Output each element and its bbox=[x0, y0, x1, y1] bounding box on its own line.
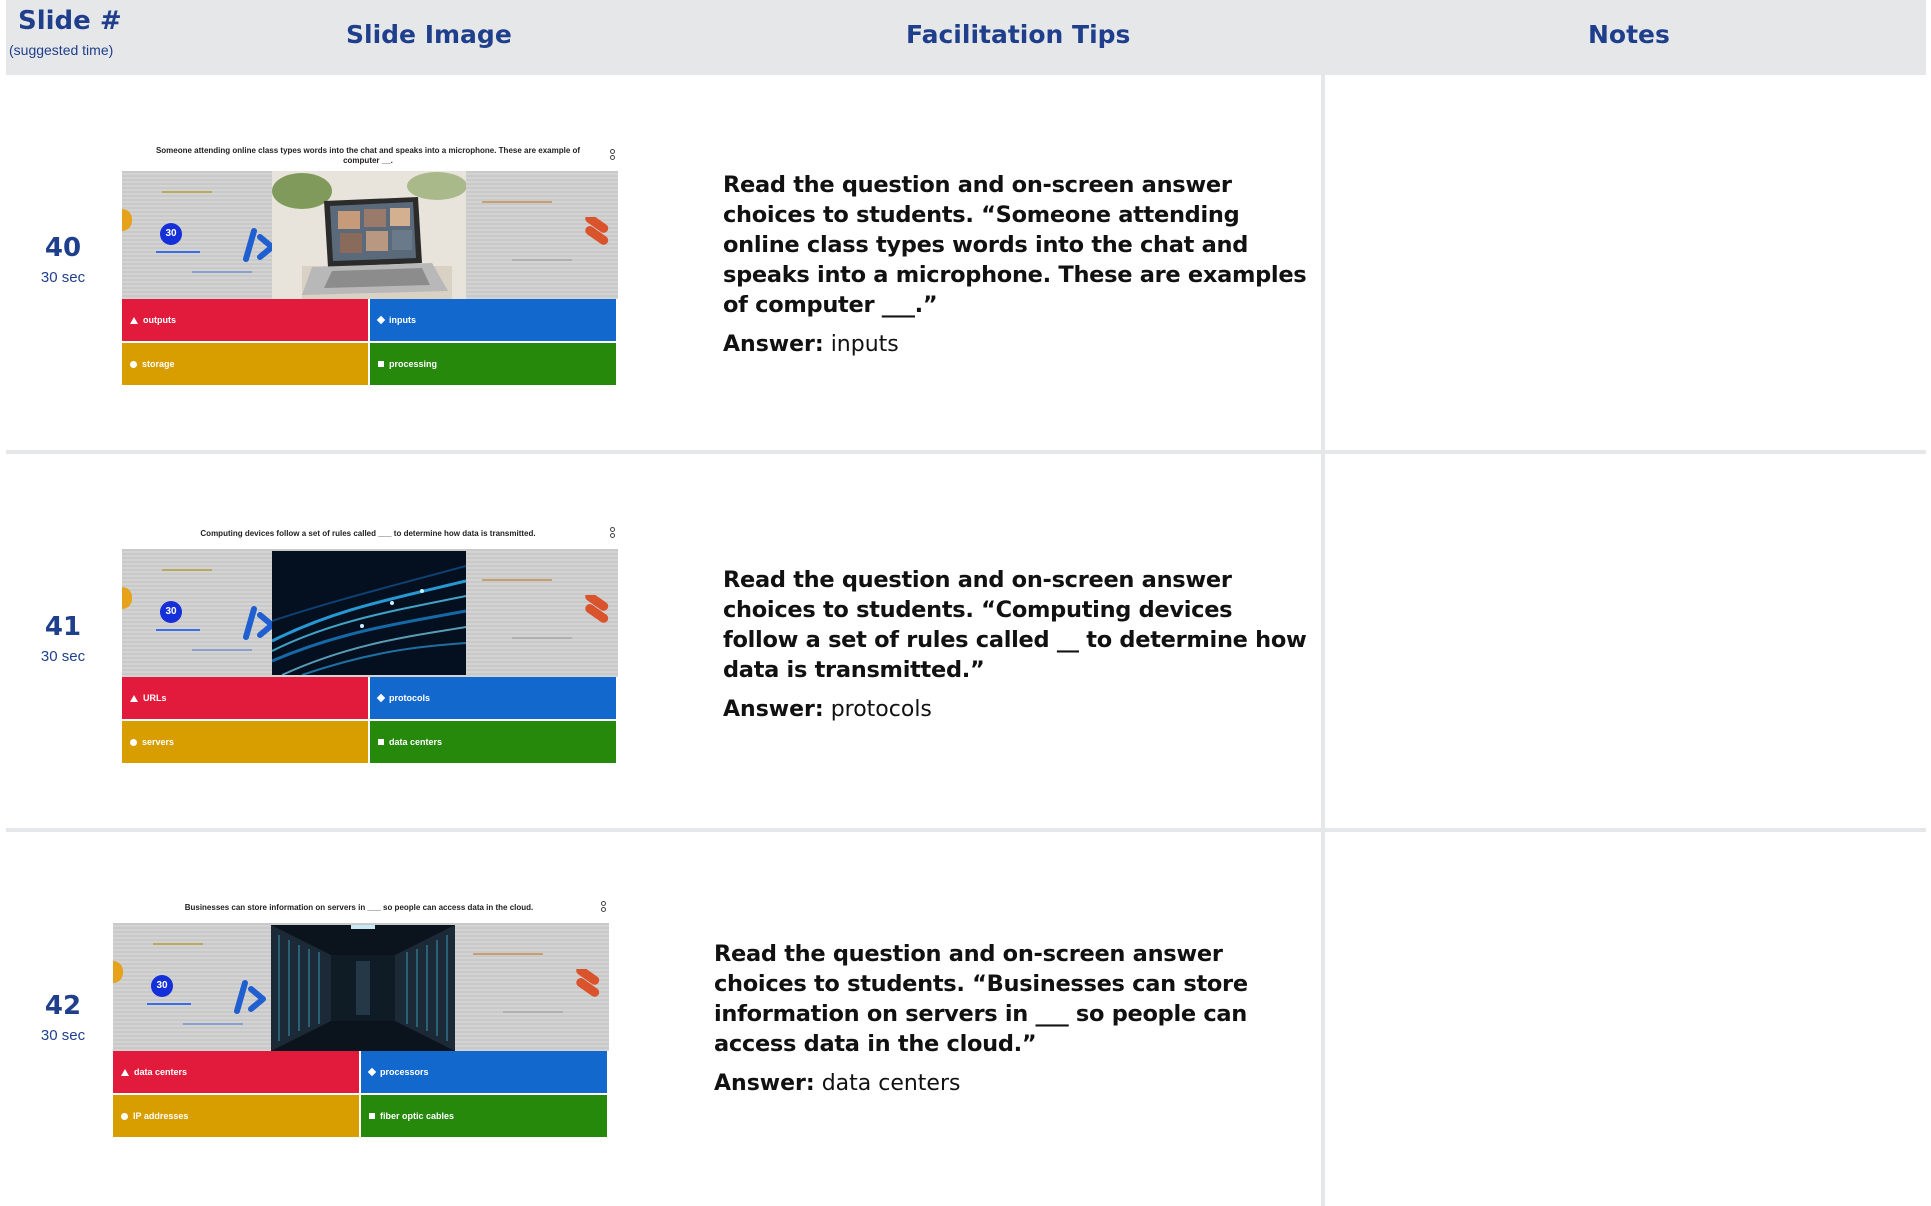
tip-text: Read the question and on-screen answer c… bbox=[714, 941, 1248, 1057]
quiz-background: 30 bbox=[113, 923, 609, 1051]
slide-time: 30 sec bbox=[40, 648, 86, 665]
circle-icon bbox=[130, 738, 137, 746]
more-options-icon bbox=[601, 901, 607, 915]
answer-green[interactable]: fiber optic cables bbox=[361, 1095, 607, 1137]
triangle-icon bbox=[130, 694, 138, 702]
decoration bbox=[156, 629, 200, 631]
answer-line: Answer: data centers bbox=[714, 1071, 1304, 1096]
triangle-icon bbox=[130, 316, 138, 324]
decoration bbox=[156, 251, 200, 253]
timer-badge: 30 bbox=[151, 975, 173, 997]
decorative-pills-icon bbox=[576, 969, 600, 997]
answer-label: Answer: bbox=[714, 1071, 815, 1096]
decoration bbox=[183, 1023, 243, 1025]
slide-thumbnail[interactable]: Businesses can store information on serv… bbox=[113, 897, 609, 1147]
facilitation-tip: Read the question and on-screen answer c… bbox=[723, 170, 1313, 357]
decoration bbox=[122, 587, 132, 609]
decoration bbox=[503, 1011, 563, 1013]
square-icon bbox=[378, 739, 384, 745]
slide-number: 40 bbox=[44, 233, 82, 263]
tip-text: Read the question and on-screen answer c… bbox=[723, 172, 1307, 318]
decorative-pills-icon bbox=[585, 217, 609, 245]
more-options-icon bbox=[610, 149, 616, 163]
decorative-pills-icon bbox=[585, 595, 609, 623]
answer-red[interactable]: URLs bbox=[122, 677, 368, 719]
circle-icon bbox=[121, 1112, 128, 1120]
tip-text: Read the question and on-screen answer c… bbox=[723, 567, 1307, 683]
square-icon bbox=[378, 361, 384, 367]
row-divider bbox=[6, 450, 1926, 454]
table-header: Slide # (suggested time) Slide Image Fac… bbox=[6, 0, 1926, 75]
code-brackets-icon bbox=[234, 980, 266, 1014]
slide-time: 30 sec bbox=[40, 269, 86, 286]
quiz-question: Computing devices follow a set of rules … bbox=[200, 529, 536, 538]
answer-yellow[interactable]: servers bbox=[122, 721, 368, 763]
slide-thumbnail[interactable]: Computing devices follow a set of rules … bbox=[122, 523, 618, 773]
header-suggested-time: (suggested time) bbox=[9, 42, 114, 58]
fiber-optic-image bbox=[272, 551, 466, 675]
quiz-question: Someone attending online class types wor… bbox=[155, 146, 581, 165]
answer-value: protocols bbox=[830, 697, 932, 722]
facilitation-tip: Read the question and on-screen answer c… bbox=[723, 565, 1313, 722]
slide-thumbnail[interactable]: Someone attending online class types wor… bbox=[122, 145, 618, 395]
decoration bbox=[122, 209, 132, 231]
answer-red[interactable]: outputs bbox=[122, 299, 368, 341]
slide-number: 42 bbox=[44, 991, 82, 1021]
answer-line: Answer: protocols bbox=[723, 697, 1313, 722]
square-icon bbox=[369, 1113, 375, 1119]
row-divider bbox=[6, 828, 1926, 832]
decoration bbox=[512, 637, 572, 639]
answer-grid: URLs protocols servers data centers bbox=[122, 677, 618, 763]
answer-red[interactable]: data centers bbox=[113, 1051, 359, 1093]
decoration bbox=[512, 259, 572, 261]
timer-badge: 30 bbox=[160, 223, 182, 245]
decoration bbox=[473, 953, 543, 955]
quiz-question: Businesses can store information on serv… bbox=[184, 903, 534, 912]
decoration bbox=[482, 201, 552, 203]
header-facilitation-tips: Facilitation Tips bbox=[906, 20, 1131, 49]
decoration bbox=[153, 943, 203, 945]
answer-blue[interactable]: inputs bbox=[370, 299, 616, 341]
column-divider bbox=[1321, 75, 1325, 1206]
diamond-icon bbox=[367, 1067, 377, 1077]
facilitation-tip: Read the question and on-screen answer c… bbox=[714, 939, 1304, 1096]
laptop-video-call-image bbox=[272, 171, 466, 299]
answer-label: Answer: bbox=[723, 697, 824, 722]
header-slide-number: Slide # bbox=[18, 6, 122, 36]
answer-green[interactable]: data centers bbox=[370, 721, 616, 763]
decoration bbox=[192, 649, 252, 651]
answer-blue[interactable]: protocols bbox=[370, 677, 616, 719]
circle-icon bbox=[130, 360, 137, 368]
decoration bbox=[192, 271, 252, 273]
decoration bbox=[162, 569, 212, 571]
answer-grid: outputs inputs storage processing bbox=[122, 299, 618, 385]
answer-value: data centers bbox=[821, 1071, 961, 1096]
quiz-background: 30 bbox=[122, 549, 618, 677]
answer-grid: data centers processors IP addresses fib… bbox=[113, 1051, 609, 1137]
server-room-image bbox=[271, 925, 455, 1051]
decoration bbox=[482, 579, 552, 581]
decoration bbox=[162, 191, 212, 193]
answer-blue[interactable]: processors bbox=[361, 1051, 607, 1093]
answer-yellow[interactable]: IP addresses bbox=[113, 1095, 359, 1137]
more-options-icon bbox=[610, 527, 616, 541]
answer-green[interactable]: processing bbox=[370, 343, 616, 385]
slide-number: 41 bbox=[44, 612, 82, 642]
diamond-icon bbox=[376, 315, 386, 325]
answer-line: Answer: inputs bbox=[723, 332, 1313, 357]
triangle-icon bbox=[121, 1068, 129, 1076]
decoration bbox=[147, 1003, 191, 1005]
timer-badge: 30 bbox=[160, 601, 182, 623]
answer-yellow[interactable]: storage bbox=[122, 343, 368, 385]
diamond-icon bbox=[376, 693, 386, 703]
header-slide-image: Slide Image bbox=[346, 20, 512, 49]
slide-time: 30 sec bbox=[40, 1027, 86, 1044]
answer-value: inputs bbox=[830, 332, 899, 357]
decoration bbox=[113, 961, 123, 983]
answer-label: Answer: bbox=[723, 332, 824, 357]
quiz-background: 30 bbox=[122, 171, 618, 299]
header-notes: Notes bbox=[1588, 20, 1670, 49]
